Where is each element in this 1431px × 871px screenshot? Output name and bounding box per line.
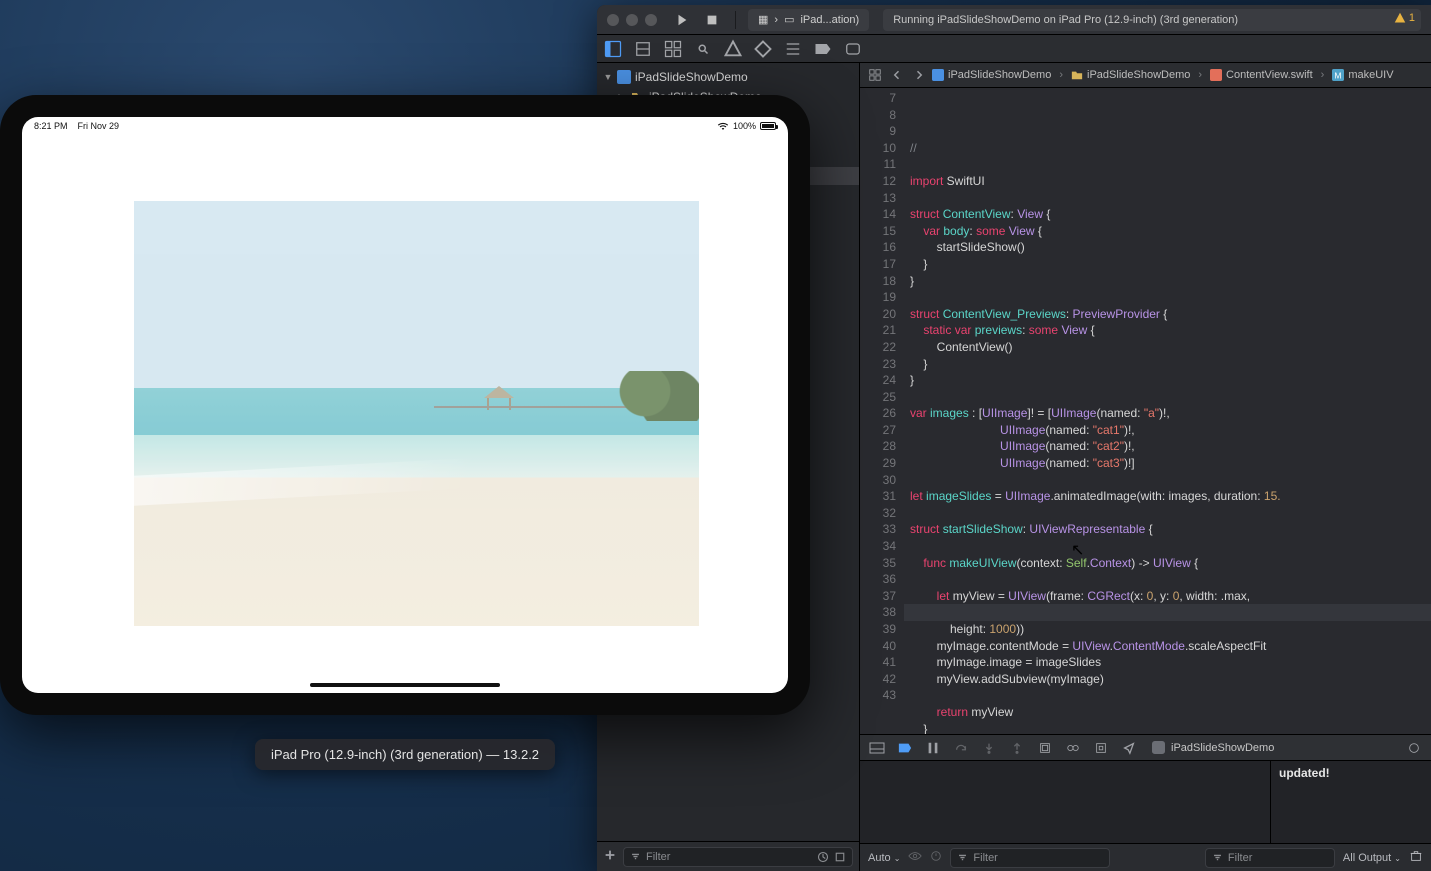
scheme-selector[interactable]: ▦ › ▭ iPad...ation) bbox=[748, 9, 869, 31]
debug-toolbar: iPadSlideShowDemo bbox=[860, 735, 1431, 761]
related-items-icon[interactable] bbox=[866, 66, 884, 84]
minimize-window[interactable] bbox=[626, 14, 638, 26]
variables-pane[interactable] bbox=[860, 761, 1271, 843]
code-content[interactable]: ↖ // import SwiftUI struct ContentView: … bbox=[904, 88, 1431, 734]
project-root-row[interactable]: ▼ iPadSlideShowDemo bbox=[597, 67, 859, 87]
project-navigator-tab[interactable] bbox=[603, 39, 623, 59]
debug-memory-button[interactable] bbox=[1064, 739, 1082, 757]
navigator-tabstrip bbox=[597, 35, 1431, 63]
status-bar: 8:21 PM Fri Nov 29 100% bbox=[22, 117, 788, 135]
slideshow-image bbox=[134, 201, 699, 626]
jump-crumb-3[interactable]: MmakeUIV bbox=[1317, 69, 1394, 81]
debug-area: iPadSlideShowDemo updated! Auto ⌄ bbox=[860, 734, 1431, 871]
ipad-screen[interactable]: 8:21 PM Fri Nov 29 100% bbox=[22, 117, 788, 693]
breakpoints-toggle[interactable] bbox=[896, 739, 914, 757]
xcode-titlebar: ▦ › ▭ iPad...ation) Running iPadSlideSho… bbox=[597, 5, 1431, 35]
zoom-window[interactable] bbox=[645, 14, 657, 26]
symbol-navigator-tab[interactable] bbox=[663, 39, 683, 59]
quicklook-icon[interactable] bbox=[908, 851, 922, 864]
console-output: updated! bbox=[1279, 766, 1330, 780]
scheme-label: iPad...ation) bbox=[800, 14, 859, 26]
source-control-navigator-tab[interactable] bbox=[633, 39, 653, 59]
console-filter[interactable]: Filter bbox=[1205, 848, 1335, 868]
activity-viewer: Running iPadSlideShowDemo on iPad Pro (1… bbox=[883, 9, 1421, 31]
scheme-device-icon: ▭ bbox=[784, 13, 794, 26]
stop-button[interactable] bbox=[701, 9, 723, 31]
clear-console-icon[interactable] bbox=[1409, 849, 1423, 866]
scheme-app-icon: ▦ bbox=[758, 13, 768, 26]
status-time: 8:21 PM bbox=[34, 121, 68, 131]
jump-crumb-0[interactable]: iPadSlideShowDemo bbox=[932, 69, 1051, 81]
home-indicator[interactable] bbox=[310, 683, 500, 687]
find-navigator-tab[interactable] bbox=[693, 39, 713, 59]
navigator-filter-placeholder: Filter bbox=[646, 851, 670, 863]
hide-debug-icon[interactable] bbox=[868, 739, 886, 757]
step-over-button[interactable] bbox=[952, 739, 970, 757]
wifi-icon bbox=[717, 122, 729, 131]
add-file-button[interactable] bbox=[603, 848, 617, 865]
simulate-location-button[interactable] bbox=[1120, 739, 1138, 757]
back-button[interactable] bbox=[888, 66, 906, 84]
ipad-bezel: 8:21 PM Fri Nov 29 100% bbox=[0, 95, 810, 715]
step-into-button[interactable] bbox=[980, 739, 998, 757]
simulator-device-label: iPad Pro (12.9-inch) (3rd generation) — … bbox=[255, 739, 555, 770]
navigator-filter[interactable]: Filter bbox=[623, 847, 853, 867]
svg-text:M: M bbox=[1335, 70, 1342, 80]
debug-footer: Auto ⌄ Filter Filter All Output ⌄ bbox=[860, 843, 1431, 871]
step-out-button[interactable] bbox=[1008, 739, 1026, 757]
warnings-badge[interactable]: 1 bbox=[1394, 12, 1415, 24]
warning-count: 1 bbox=[1409, 12, 1415, 24]
line-gutter: 7891011121314151617181920212223242526272… bbox=[860, 88, 904, 734]
continue-button[interactable] bbox=[924, 739, 942, 757]
run-button[interactable] bbox=[671, 9, 693, 31]
editor-pane: iPadSlideShowDemo iPadSlideShowDemo Cont… bbox=[860, 63, 1431, 871]
jump-crumb-2[interactable]: ContentView.swift bbox=[1194, 69, 1312, 81]
debug-options-icon[interactable] bbox=[1405, 739, 1423, 757]
environment-overrides-button[interactable] bbox=[1092, 739, 1110, 757]
close-window[interactable] bbox=[607, 14, 619, 26]
console-pane[interactable]: updated! bbox=[1271, 761, 1431, 843]
status-date: Fri Nov 29 bbox=[78, 121, 120, 131]
window-controls bbox=[607, 14, 657, 26]
test-navigator-tab[interactable] bbox=[753, 39, 773, 59]
forward-button[interactable] bbox=[910, 66, 928, 84]
issue-navigator-tab[interactable] bbox=[723, 39, 743, 59]
project-icon bbox=[617, 70, 631, 84]
scm-filter-icon[interactable] bbox=[834, 851, 846, 863]
activity-text: Running iPadSlideShowDemo on iPad Pro (1… bbox=[893, 14, 1238, 26]
debug-navigator-tab[interactable] bbox=[783, 39, 803, 59]
debug-view-hierarchy-button[interactable] bbox=[1036, 739, 1054, 757]
report-navigator-tab[interactable] bbox=[843, 39, 863, 59]
navigator-footer: Filter bbox=[597, 841, 859, 871]
battery-pct: 100% bbox=[733, 121, 756, 131]
clock-icon[interactable] bbox=[817, 851, 829, 863]
variables-filter[interactable]: Filter bbox=[950, 848, 1110, 868]
debug-process-crumb[interactable]: iPadSlideShowDemo bbox=[1152, 741, 1395, 754]
battery-icon bbox=[760, 122, 776, 130]
console-output-mode[interactable]: All Output ⌄ bbox=[1343, 852, 1401, 864]
jump-bar[interactable]: iPadSlideShowDemo iPadSlideShowDemo Cont… bbox=[860, 63, 1431, 88]
ios-simulator-window: 8:21 PM Fri Nov 29 100% bbox=[0, 95, 810, 770]
variables-scope[interactable]: Auto ⌄ bbox=[868, 852, 900, 864]
jump-crumb-1[interactable]: iPadSlideShowDemo bbox=[1055, 69, 1190, 81]
print-description-icon[interactable] bbox=[930, 850, 942, 865]
project-name: iPadSlideShowDemo bbox=[635, 70, 748, 84]
code-editor[interactable]: 7891011121314151617181920212223242526272… bbox=[860, 88, 1431, 734]
breakpoint-navigator-tab[interactable] bbox=[813, 39, 833, 59]
